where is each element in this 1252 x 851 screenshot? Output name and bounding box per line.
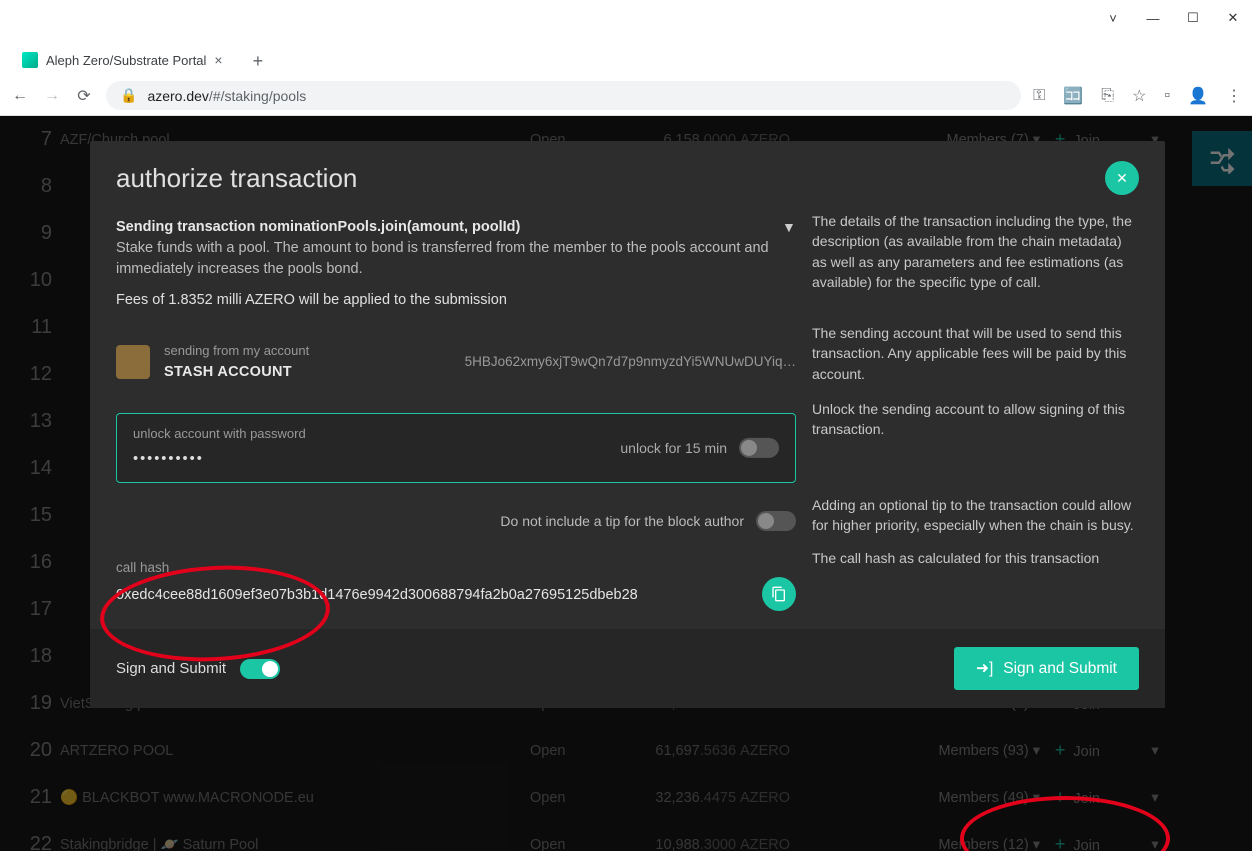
modal-close-button[interactable]: ✕ [1105,161,1139,195]
tab-close-icon[interactable]: × [214,52,222,68]
sign-and-submit-button[interactable]: ➜] Sign and Submit [954,647,1139,690]
chevron-down-icon[interactable]: ▼ [782,217,796,237]
fees-line: Fees of 1.8352 milli AZERO will be appli… [116,290,796,311]
back-icon[interactable]: ← [10,87,30,105]
password-box: unlock account with password •••••••••• … [116,413,796,483]
call-hash-help: The call hash as calculated for this tra… [812,548,1139,612]
sending-account-box[interactable]: sending from my account STASH ACCOUNT 5H… [116,337,796,387]
call-hash-value: 0xedc4cee88d1609ef3e07b3b1d1476e9942d300… [116,585,752,606]
transaction-details-help: The details of the transaction including… [812,213,1132,290]
modal-title: authorize transaction [116,163,357,194]
app-surface: 7AZF/Church poolOpen6,158.0000AZEROMembe… [0,116,1252,851]
favicon-icon [22,52,38,68]
copy-icon [771,586,787,602]
sending-account-help: The sending account that will be used to… [812,323,1139,387]
window-maximize-icon[interactable]: ☐ [1180,10,1206,26]
call-hash-label: call hash [116,558,796,578]
panel-icon[interactable]: ▫ [1164,87,1170,105]
tab-title: Aleph Zero/Substrate Portal [46,53,206,68]
profile-icon[interactable]: 👤 [1188,86,1208,106]
browser-tabbar: Aleph Zero/Substrate Portal × + [0,36,1252,76]
browser-tab[interactable]: Aleph Zero/Substrate Portal × [8,44,237,76]
forward-icon[interactable]: → [42,87,62,105]
key-icon[interactable]: ⚿ [1033,87,1045,105]
sign-submit-toggle[interactable] [240,659,280,679]
tip-toggle[interactable] [756,511,796,531]
browser-toolbar: ← → ⟳ 🔒 azero.dev/#/staking/pools ⚿ 🈁 ⎘ … [0,76,1252,116]
sign-submit-label: Sign and Submit [116,660,226,677]
window-minimize-icon[interactable]: — [1140,11,1166,26]
account-label: sending from my account [164,343,309,358]
share-icon[interactable]: ⎘ [1101,87,1114,105]
window-titlebar: ˅ — ☐ ✕ [0,0,1252,36]
account-name: STASH ACCOUNT [164,364,292,380]
reload-icon[interactable]: ⟳ [74,86,94,106]
url-path: /#/staking/pools [209,88,306,104]
unlock-duration-label: unlock for 15 min [620,438,727,458]
menu-icon[interactable]: ⋮ [1226,86,1242,106]
close-icon: ✕ [1116,170,1128,187]
submit-label: Sign and Submit [1003,660,1117,678]
authorize-transaction-modal: authorize transaction ✕ Sending transact… [90,141,1165,708]
address-bar[interactable]: 🔒 azero.dev/#/staking/pools [106,81,1021,110]
tip-label: Do not include a tip for the block autho… [500,511,744,531]
sending-transaction-line: Sending transaction nominationPools.join… [116,217,796,238]
sign-in-icon: ➜] [976,659,993,678]
identicon-icon [116,345,150,379]
lock-icon: 🔒 [120,87,137,104]
password-help: Unlock the sending account to allow sign… [812,399,1139,483]
window-dropdown-icon[interactable]: ˅ [1100,11,1126,26]
account-address: 5HBJo62xmy6xjT9wQn7d7p9nmyzdYi5WNUwDUYiq… [465,352,796,372]
password-label: unlock account with password [133,426,306,441]
tip-help: Adding an optional tip to the transactio… [812,495,1139,536]
copy-hash-button[interactable] [762,577,796,611]
new-tab-button[interactable]: + [245,47,272,76]
bookmark-icon[interactable]: ☆ [1132,86,1146,106]
translate-icon[interactable]: 🈁 [1063,86,1083,106]
transaction-description: Stake funds with a pool. The amount to b… [116,238,796,280]
url-host: azero.dev [147,88,208,104]
window-close-icon[interactable]: ✕ [1220,10,1246,26]
unlock-duration-toggle[interactable] [739,438,779,458]
